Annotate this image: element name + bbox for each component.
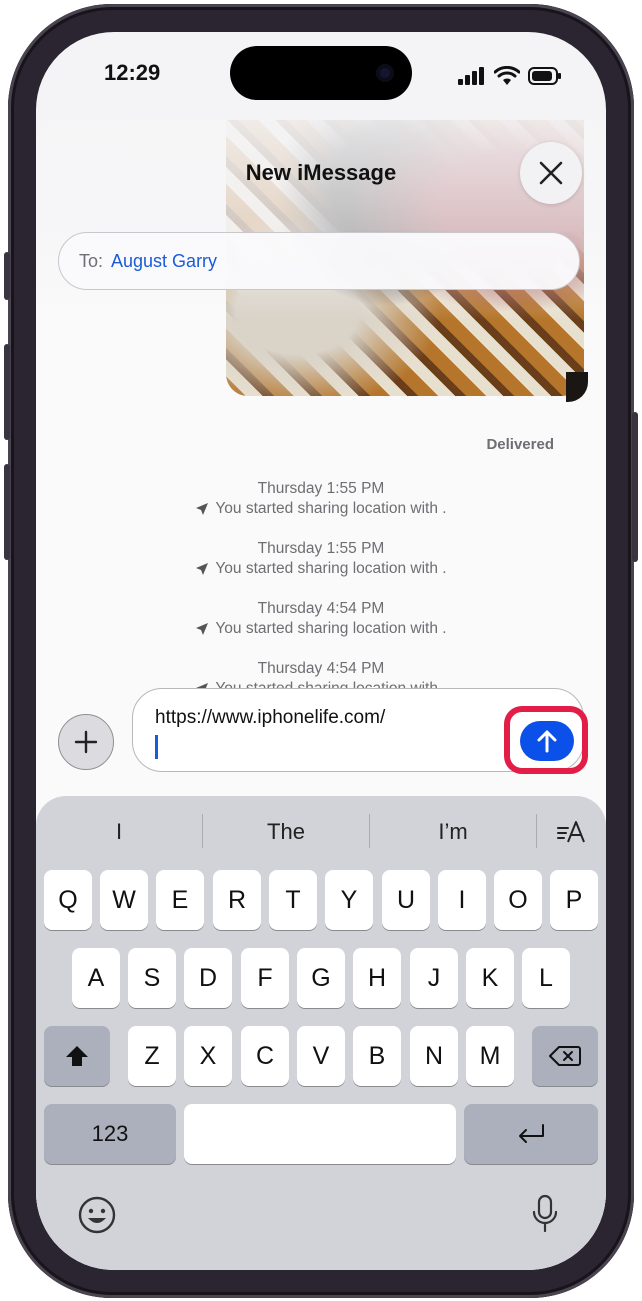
power-button <box>632 412 638 562</box>
dynamic-island <box>230 46 412 100</box>
suggestion-1[interactable]: I <box>36 796 202 868</box>
key-j[interactable]: J <box>410 948 458 1008</box>
dictation-button[interactable] <box>522 1190 568 1238</box>
location-arrow-icon <box>196 623 209 635</box>
event-text: You started sharing location with . <box>215 500 447 517</box>
location-event: Thursday 4:54 PM You started sharing loc… <box>36 600 606 638</box>
key-x[interactable]: X <box>184 1026 232 1086</box>
emoji-button[interactable] <box>74 1192 120 1238</box>
delete-icon <box>549 1046 581 1066</box>
header-background <box>36 120 606 320</box>
event-text: You started sharing location with . <box>215 560 447 577</box>
text-format-button[interactable] <box>536 796 606 868</box>
key-i[interactable]: I <box>438 870 486 930</box>
volume-down-button <box>4 464 10 560</box>
key-h[interactable]: H <box>353 948 401 1008</box>
key-d[interactable]: D <box>184 948 232 1008</box>
close-icon <box>539 161 563 185</box>
key-u[interactable]: U <box>382 870 430 930</box>
key-t[interactable]: T <box>269 870 317 930</box>
message-input-text: https://www.iphonelife.com/ <box>155 707 386 728</box>
location-event: Thursday 1:55 PM You started sharing loc… <box>36 540 606 578</box>
screen: 12:29 New iMessage To: August Garry Deli… <box>36 32 606 1270</box>
delete-key[interactable] <box>532 1026 598 1086</box>
plus-icon <box>74 730 98 754</box>
cellular-signal-icon <box>458 67 484 85</box>
event-text: You started sharing location with . <box>215 620 447 637</box>
apps-plus-button[interactable] <box>58 714 114 770</box>
key-z[interactable]: Z <box>128 1026 176 1086</box>
battery-icon <box>528 67 561 85</box>
arrow-up-icon <box>537 730 557 753</box>
key-l[interactable]: L <box>522 948 570 1008</box>
event-timestamp: Thursday 1:55 PM <box>257 540 385 557</box>
text-caret <box>155 735 158 759</box>
location-event: Thursday 1:55 PM You started sharing loc… <box>36 480 606 518</box>
keyboard: I The I’m Q W E R T Y U I O P A S D F G … <box>36 796 606 1270</box>
shift-icon <box>66 1046 88 1066</box>
numbers-key[interactable]: 123 <box>44 1104 176 1164</box>
key-c[interactable]: C <box>241 1026 289 1086</box>
message-bubble-tail <box>566 372 588 402</box>
key-g[interactable]: G <box>297 948 345 1008</box>
volume-up-button <box>4 344 10 440</box>
key-q[interactable]: Q <box>44 870 92 930</box>
key-p[interactable]: P <box>550 870 598 930</box>
event-timestamp: Thursday 4:54 PM <box>257 660 385 677</box>
key-f[interactable]: F <box>241 948 289 1008</box>
key-r[interactable]: R <box>213 870 261 930</box>
location-arrow-icon <box>196 563 209 575</box>
key-w[interactable]: W <box>100 870 148 930</box>
shift-key[interactable] <box>44 1026 110 1086</box>
key-o[interactable]: O <box>494 870 542 930</box>
key-b[interactable]: B <box>353 1026 401 1086</box>
key-s[interactable]: S <box>128 948 176 1008</box>
key-a[interactable]: A <box>72 948 120 1008</box>
event-timestamp: Thursday 4:54 PM <box>257 600 385 617</box>
microphone-icon <box>532 1194 558 1233</box>
status-time: 12:29 <box>104 60 161 85</box>
close-button[interactable] <box>520 142 582 204</box>
suggestion-3[interactable]: I’m <box>370 796 536 868</box>
return-key[interactable] <box>464 1104 598 1164</box>
key-v[interactable]: V <box>297 1026 345 1086</box>
key-y[interactable]: Y <box>325 870 373 930</box>
key-m[interactable]: M <box>466 1026 514 1086</box>
space-key[interactable] <box>184 1104 456 1164</box>
key-e[interactable]: E <box>156 870 204 930</box>
emoji-icon <box>78 1196 116 1234</box>
location-arrow-icon <box>196 503 209 515</box>
return-icon <box>519 1124 544 1143</box>
front-camera <box>376 64 394 82</box>
action-button <box>4 252 10 300</box>
send-button[interactable] <box>520 721 574 761</box>
recipient-name[interactable]: August Garry <box>111 251 217 272</box>
event-timestamp: Thursday 1:55 PM <box>257 480 385 497</box>
key-n[interactable]: N <box>410 1026 458 1086</box>
wifi-icon <box>494 66 520 85</box>
to-label: To: <box>79 250 104 271</box>
status-icons <box>458 66 562 86</box>
key-k[interactable]: K <box>466 948 514 1008</box>
delivered-status: Delivered <box>486 436 554 453</box>
suggestion-2[interactable]: The <box>203 796 369 868</box>
text-format-icon <box>557 821 585 843</box>
to-field[interactable]: To: August Garry <box>58 232 580 290</box>
